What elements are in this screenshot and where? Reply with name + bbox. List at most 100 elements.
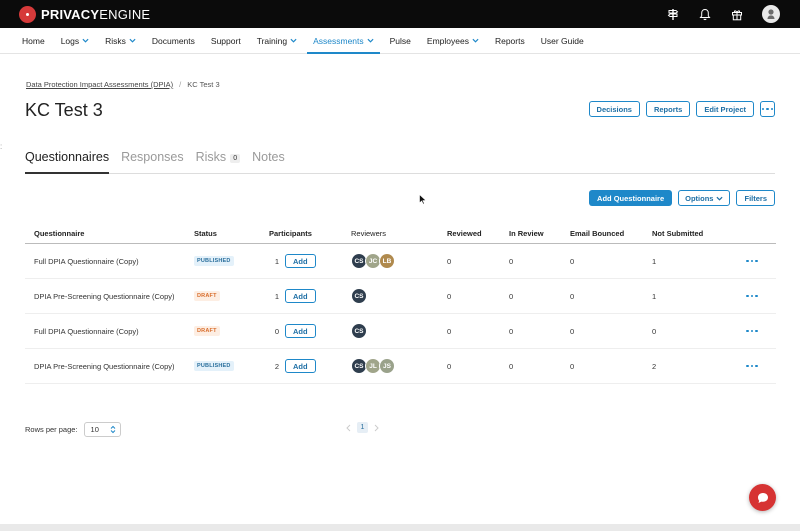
table-row[interactable]: Full DPIA Questionnaire (Copy) PUBLISHED… bbox=[25, 244, 776, 279]
not-submitted-count: 1 bbox=[652, 291, 657, 301]
main-nav: Home Logs Risks Documents Support Traini… bbox=[0, 28, 800, 54]
gift-icon[interactable] bbox=[730, 7, 744, 21]
edit-project-button[interactable]: Edit Project bbox=[696, 101, 754, 117]
tab-notes[interactable]: Notes bbox=[252, 150, 285, 173]
rows-per-page-select[interactable]: 10 bbox=[83, 422, 121, 437]
col-header-reviewed[interactable]: Reviewed bbox=[447, 222, 482, 244]
nav-item-support[interactable]: Support bbox=[203, 28, 249, 54]
not-submitted-count: 0 bbox=[652, 326, 657, 336]
table-row[interactable]: DPIA Pre-Screening Questionnaire (Copy) … bbox=[25, 349, 776, 384]
nav-item-user-guide[interactable]: User Guide bbox=[533, 28, 592, 54]
reviewer-avatar[interactable]: CS bbox=[351, 323, 367, 339]
tab-responses[interactable]: Responses bbox=[121, 150, 184, 173]
row-menu-button[interactable] bbox=[746, 244, 758, 278]
not-submitted-count: 1 bbox=[652, 256, 657, 266]
more-options-button[interactable] bbox=[760, 101, 775, 117]
header-actions: Decisions Reports Edit Project bbox=[588, 101, 775, 117]
more-dots-icon bbox=[746, 364, 758, 368]
rows-per-page-label: Rows per page: bbox=[25, 425, 78, 434]
col-header-in-review[interactable]: In Review bbox=[509, 222, 544, 244]
pagination: 1 bbox=[346, 422, 379, 433]
chevron-right-icon[interactable] bbox=[374, 424, 379, 432]
status-badge: DRAFT bbox=[194, 291, 220, 301]
reviewed-count: 0 bbox=[447, 361, 452, 371]
status-badge: DRAFT bbox=[194, 326, 220, 336]
status-badge: PUBLISHED bbox=[194, 361, 234, 371]
page-number[interactable]: 1 bbox=[357, 422, 368, 433]
questionnaire-name[interactable]: DPIA Pre-Screening Questionnaire (Copy) bbox=[34, 279, 174, 313]
table-actions: Add Questionnaire Options Filters bbox=[589, 190, 775, 206]
in-review-count: 0 bbox=[509, 361, 514, 371]
chevron-down-icon bbox=[82, 38, 89, 43]
questionnaire-name[interactable]: DPIA Pre-Screening Questionnaire (Copy) bbox=[34, 349, 174, 383]
table-row[interactable]: Full DPIA Questionnaire (Copy) DRAFT 0 Ad… bbox=[25, 314, 776, 349]
left-edge-marker: : bbox=[0, 142, 3, 151]
chevron-down-icon bbox=[716, 196, 724, 201]
row-menu-button[interactable] bbox=[746, 279, 758, 313]
chat-bubble-icon bbox=[757, 492, 768, 503]
nav-item-assessments[interactable]: Assessments bbox=[305, 28, 382, 54]
user-avatar[interactable] bbox=[762, 5, 780, 23]
row-menu-button[interactable] bbox=[746, 314, 758, 348]
breadcrumb-link-dpia[interactable]: Data Protection Impact Assessments (DPIA… bbox=[26, 80, 173, 89]
nav-item-training[interactable]: Training bbox=[249, 28, 305, 54]
nav-item-employees[interactable]: Employees bbox=[419, 28, 487, 54]
chevron-left-icon[interactable] bbox=[346, 424, 351, 432]
top-bar: PRIVACYENGINE bbox=[0, 0, 800, 28]
table-row[interactable]: DPIA Pre-Screening Questionnaire (Copy) … bbox=[25, 279, 776, 314]
nav-item-pulse[interactable]: Pulse bbox=[382, 28, 419, 54]
col-header-participants[interactable]: Participants bbox=[269, 222, 312, 244]
in-review-count: 0 bbox=[509, 291, 514, 301]
more-dots-icon bbox=[746, 259, 758, 263]
not-submitted-count: 2 bbox=[652, 361, 657, 371]
add-participant-button[interactable]: Add bbox=[285, 359, 316, 373]
row-menu-button[interactable] bbox=[746, 349, 758, 383]
signpost-icon[interactable] bbox=[666, 7, 680, 21]
participant-count: 1 bbox=[274, 256, 279, 266]
email-bounced-count: 0 bbox=[570, 291, 575, 301]
more-dots-icon bbox=[761, 107, 774, 111]
breadcrumb: Data Protection Impact Assessments (DPIA… bbox=[26, 80, 220, 89]
questionnaire-name[interactable]: Full DPIA Questionnaire (Copy) bbox=[34, 314, 139, 348]
chevron-down-icon bbox=[367, 38, 374, 43]
decisions-button[interactable]: Decisions bbox=[588, 101, 640, 117]
nav-item-logs[interactable]: Logs bbox=[53, 28, 97, 54]
chevron-down-icon bbox=[290, 38, 297, 43]
chevron-down-icon bbox=[129, 38, 136, 43]
bottom-strip bbox=[0, 524, 800, 531]
breadcrumb-separator: / bbox=[179, 80, 182, 89]
participant-count: 0 bbox=[274, 326, 279, 336]
email-bounced-count: 0 bbox=[570, 256, 575, 266]
add-questionnaire-button[interactable]: Add Questionnaire bbox=[589, 190, 673, 206]
nav-item-home[interactable]: Home bbox=[14, 28, 53, 54]
logo-icon bbox=[19, 5, 36, 23]
page-title: KC Test 3 bbox=[25, 100, 103, 120]
reports-button[interactable]: Reports bbox=[645, 101, 691, 117]
reviewer-avatar[interactable]: JS bbox=[379, 358, 395, 374]
tab-questionnaires[interactable]: Questionnaires bbox=[25, 150, 110, 174]
add-participant-button[interactable]: Add bbox=[285, 254, 316, 268]
brand-logo[interactable]: PRIVACYENGINE bbox=[19, 5, 150, 23]
participant-count: 1 bbox=[274, 291, 279, 301]
reviewer-avatar[interactable]: LB bbox=[379, 253, 395, 269]
nav-item-risks[interactable]: Risks bbox=[97, 28, 144, 54]
tab-risks[interactable]: Risks 0 bbox=[196, 150, 241, 173]
rows-per-page: Rows per page: 10 bbox=[25, 422, 121, 437]
bell-icon[interactable] bbox=[698, 7, 712, 21]
mouse-cursor-icon bbox=[419, 194, 427, 205]
questionnaire-name[interactable]: Full DPIA Questionnaire (Copy) bbox=[34, 244, 139, 278]
up-down-chevron-icon bbox=[110, 425, 115, 434]
email-bounced-count: 0 bbox=[570, 326, 575, 336]
col-header-not-submitted[interactable]: Not Submitted bbox=[652, 222, 703, 244]
col-header-status[interactable]: Status bbox=[194, 222, 217, 244]
options-dropdown-button[interactable]: Options bbox=[678, 190, 731, 206]
filters-button[interactable]: Filters bbox=[736, 190, 775, 206]
nav-item-documents[interactable]: Documents bbox=[144, 28, 203, 54]
chat-button[interactable] bbox=[749, 484, 776, 511]
nav-item-reports[interactable]: Reports bbox=[487, 28, 533, 54]
reviewer-avatar[interactable]: CS bbox=[351, 288, 367, 304]
add-participant-button[interactable]: Add bbox=[285, 324, 316, 338]
col-header-questionnaire[interactable]: Questionnaire bbox=[34, 222, 84, 244]
add-participant-button[interactable]: Add bbox=[285, 289, 316, 303]
col-header-email-bounced[interactable]: Email Bounced bbox=[570, 222, 624, 244]
